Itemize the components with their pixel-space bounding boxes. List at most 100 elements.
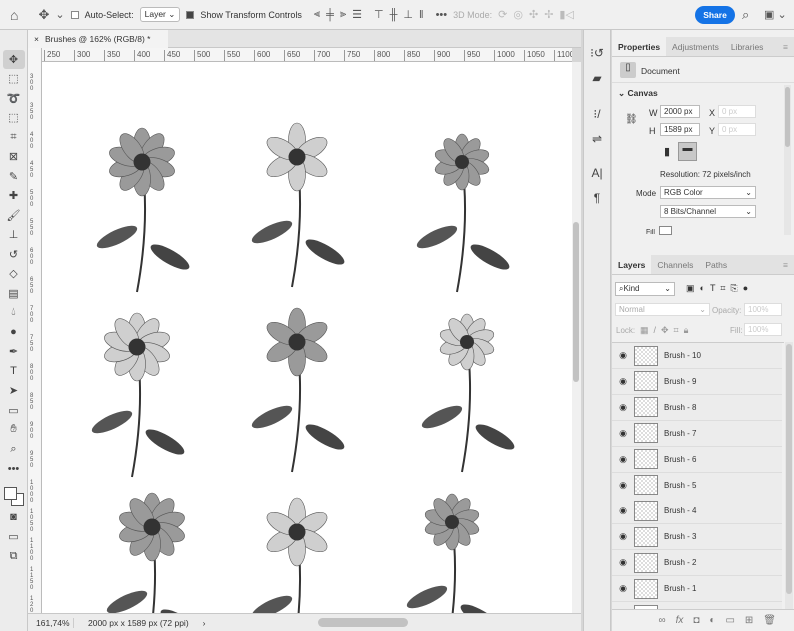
- horizontal-scroll-thumb[interactable]: [318, 618, 408, 627]
- layer-row[interactable]: ◉ Brush - 7: [612, 420, 782, 447]
- layer-row[interactable]: ◉ Brush - 2: [612, 550, 782, 577]
- panel-menu-icon[interactable]: ≡: [777, 37, 794, 56]
- stamp-icon[interactable]: ⊥: [3, 226, 25, 245]
- hand-icon[interactable]: ✋︎: [3, 421, 25, 440]
- portrait-icon[interactable]: ▮: [664, 145, 670, 158]
- quick-mask-icon[interactable]: ◙: [3, 508, 25, 527]
- tab-adjustments[interactable]: Adjustments: [666, 37, 725, 56]
- blend-mode-dropdown[interactable]: Normal ⌄: [615, 303, 710, 316]
- layer-filter-icons[interactable]: ▣◐T⌗⎘●: [686, 283, 753, 294]
- distribute-icon[interactable]: ☰: [352, 8, 362, 21]
- marquee-icon[interactable]: ⬚: [3, 70, 25, 89]
- adjust-icon[interactable]: ⇌: [586, 130, 608, 149]
- layer-row[interactable]: ◉ Brush - 6: [612, 446, 782, 473]
- delete-icon[interactable]: 🗑︎: [763, 615, 776, 626]
- layer-row[interactable]: ◉ Brush - 8: [612, 394, 782, 421]
- canvas[interactable]: [42, 62, 572, 613]
- visibility-eye-icon[interactable]: ◉: [612, 454, 634, 465]
- show-transform-checkbox[interactable]: [186, 10, 195, 19]
- object-select-icon[interactable]: ⬚: [3, 109, 25, 128]
- fill-opacity-input[interactable]: 100%: [744, 323, 782, 336]
- kind-filter-dropdown[interactable]: ⌕Kind ⌄: [615, 282, 675, 296]
- character-icon[interactable]: A|: [586, 164, 608, 183]
- tab-paths[interactable]: Paths: [699, 255, 733, 274]
- align-right-icon[interactable]: ⫸: [340, 8, 346, 21]
- new-layer-icon[interactable]: ⊞: [745, 615, 753, 626]
- visibility-eye-icon[interactable]: ◉: [612, 557, 634, 568]
- layers-menu-icon[interactable]: ≡: [777, 255, 794, 274]
- move-icon[interactable]: ✥: [2, 50, 25, 69]
- more-icon[interactable]: •••: [3, 460, 25, 479]
- history-brush-icon[interactable]: ↺: [3, 245, 25, 264]
- history-icon[interactable]: ⁝↺: [586, 44, 608, 63]
- tab-layers[interactable]: Layers: [612, 255, 652, 274]
- adjustment-layer-icon[interactable]: ◐: [709, 615, 715, 626]
- layer-row[interactable]: ◉ Brush - 10: [612, 343, 782, 369]
- bits-dropdown[interactable]: 8 Bits/Channel ⌄: [660, 205, 756, 218]
- visibility-eye-icon[interactable]: ◉: [612, 376, 634, 387]
- type-icon[interactable]: T: [3, 362, 25, 381]
- visibility-eye-icon[interactable]: ◉: [612, 583, 634, 594]
- layer-row[interactable]: ◉ Brush - 1: [612, 576, 782, 603]
- close-icon[interactable]: ×: [34, 34, 39, 44]
- dodge-icon[interactable]: ●: [3, 323, 25, 342]
- canvas-section-toggle[interactable]: ⌄ Canvas: [618, 88, 658, 99]
- link-icon[interactable]: ⛓: [625, 114, 638, 125]
- properties-scrollbar[interactable]: [784, 85, 791, 235]
- mode-dropdown[interactable]: RGB Color ⌄: [660, 186, 756, 199]
- pen-icon[interactable]: ✒: [3, 343, 25, 362]
- layers-scrollbar[interactable]: [785, 342, 793, 609]
- align-top-icon[interactable]: ⊤: [374, 8, 384, 21]
- screen-mode-icon[interactable]: ▭: [3, 528, 25, 547]
- visibility-eye-icon[interactable]: ◉: [612, 505, 634, 516]
- lasso-icon[interactable]: ➰: [3, 89, 25, 108]
- new-group-icon[interactable]: ▭: [725, 615, 734, 626]
- frame-icon[interactable]: ⊠: [3, 148, 25, 167]
- tab-channels[interactable]: Channels: [651, 255, 699, 274]
- visibility-eye-icon[interactable]: ◉: [612, 480, 634, 491]
- brush-icon[interactable]: 🖌︎: [3, 206, 25, 225]
- tab-properties[interactable]: Properties: [612, 37, 667, 56]
- chevron-right-icon[interactable]: ›: [203, 618, 206, 628]
- align-bottom-icon[interactable]: ⊥: [403, 8, 413, 21]
- visibility-eye-icon[interactable]: ◉: [612, 531, 634, 542]
- height-input[interactable]: 1589 px: [660, 123, 700, 136]
- layer-row[interactable]: ◉ Brush - 4: [612, 498, 782, 525]
- tab-libraries[interactable]: Libraries: [725, 37, 770, 56]
- vertical-scroll-thumb[interactable]: [573, 222, 579, 382]
- auto-select-dropdown[interactable]: Layer ⌄: [139, 7, 181, 22]
- rectangle-icon[interactable]: ▭: [3, 401, 25, 420]
- vertical-scrollbar[interactable]: [572, 62, 581, 613]
- foreground-color[interactable]: [3, 487, 17, 500]
- share-button[interactable]: Share: [695, 6, 735, 24]
- comments-icon[interactable]: ▰: [586, 69, 608, 88]
- visibility-eye-icon[interactable]: ◉: [612, 428, 634, 439]
- align-middle-icon[interactable]: ╫: [390, 9, 398, 21]
- link-layers-icon[interactable]: ∞: [658, 615, 665, 626]
- eyedropper-icon[interactable]: ✎: [3, 167, 25, 186]
- visibility-eye-icon[interactable]: ◉: [612, 402, 634, 413]
- more-options-icon[interactable]: •••: [436, 9, 448, 21]
- color-swatches[interactable]: [3, 483, 25, 507]
- align-center-icon[interactable]: ╪: [326, 9, 334, 21]
- chevron-down-icon[interactable]: ⌄: [55, 8, 64, 21]
- x-input[interactable]: 0 px: [718, 105, 756, 118]
- lock-icons[interactable]: ▦/✥⌗🔒︎: [640, 325, 693, 336]
- zoom-icon[interactable]: ⌕: [3, 440, 25, 459]
- background-layer-row[interactable]: [612, 602, 782, 609]
- layer-row[interactable]: ◉ Brush - 5: [612, 472, 782, 499]
- align-left-icon[interactable]: ⫷: [314, 8, 320, 21]
- width-input[interactable]: 2000 px: [660, 105, 700, 118]
- gradient-icon[interactable]: ▤: [3, 284, 25, 303]
- eraser-icon[interactable]: ◇: [3, 265, 25, 284]
- fill-swatch[interactable]: [659, 226, 672, 235]
- blur-icon[interactable]: 💧︎: [3, 304, 25, 323]
- add-mask-icon[interactable]: ◘: [693, 615, 699, 626]
- distribute-vertical-icon[interactable]: ‖: [419, 9, 424, 21]
- artboard-icon[interactable]: ⧉: [3, 547, 25, 566]
- auto-select-checkbox[interactable]: [70, 10, 79, 19]
- layer-row[interactable]: ◉ Brush - 9: [612, 368, 782, 395]
- workspace-icon[interactable]: ▣ ⌄: [764, 8, 787, 21]
- y-input[interactable]: 0 px: [718, 123, 756, 136]
- opacity-input[interactable]: 100%: [744, 303, 782, 316]
